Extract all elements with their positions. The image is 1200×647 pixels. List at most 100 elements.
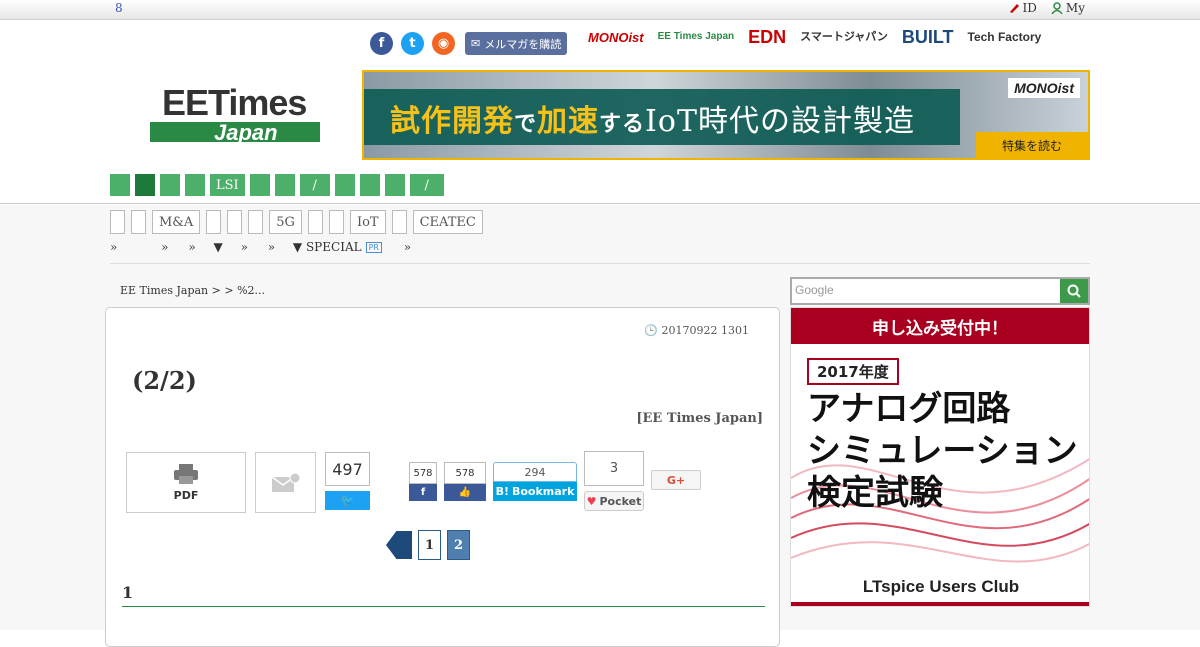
tag[interactable]	[131, 210, 146, 234]
ad-footer: LTspice Users Club	[791, 572, 1089, 606]
tweet-widget: 497 🐦	[325, 452, 370, 510]
article-date: 🕒 20170922 1301	[644, 324, 749, 337]
subnav-special[interactable]: ▼ SPECIAL	[293, 240, 362, 254]
nav-item[interactable]	[185, 174, 205, 196]
facebook-share-count: 578	[409, 462, 437, 484]
subnav-link[interactable]: »	[404, 240, 411, 254]
network-sites: MONOist EE Times Japan EDN スマートジャパン BUIL…	[588, 28, 1041, 46]
clock-icon: 🕒	[644, 324, 659, 337]
prev-page-arrow-icon[interactable]	[386, 531, 412, 559]
logo-wordmark: EETimes	[162, 82, 307, 123]
site-link-techfactory[interactable]: Tech Factory	[968, 31, 1042, 43]
tag-ma[interactable]: M&A	[152, 210, 201, 234]
printer-icon	[174, 464, 198, 484]
nav-item[interactable]: /	[299, 174, 330, 196]
tag[interactable]	[110, 210, 125, 234]
nav-item[interactable]	[359, 174, 380, 196]
nav-item[interactable]	[160, 174, 180, 196]
article-byline: [EE Times Japan]	[636, 411, 763, 426]
nav-item[interactable]	[384, 174, 405, 196]
subnav-link[interactable]: »	[110, 240, 117, 254]
twitter-bird-icon: 🐦	[340, 494, 355, 507]
ad-title: アナログ回路 シミュレーション 検定試験	[807, 389, 1078, 513]
email-share-button[interactable]	[255, 452, 316, 513]
newsletter-button[interactable]: ✉ メルマガを購読	[465, 32, 568, 55]
tag[interactable]	[307, 210, 323, 234]
pocket-icon: ♥	[586, 494, 597, 508]
section-heading: 1	[122, 583, 134, 602]
mail-icon: ✉	[471, 37, 481, 50]
topic-tags: M&A 5G IoT CEATEC	[110, 210, 483, 234]
page-link-2-current[interactable]: 2	[447, 530, 470, 560]
tweet-count: 497	[325, 452, 370, 486]
facebook-share-widget[interactable]: 578 f	[409, 462, 437, 501]
article-title: (2/2)	[132, 366, 197, 395]
hatena-button[interactable]: B! Bookmark	[493, 482, 577, 501]
rss-icon[interactable]: ◉	[432, 32, 455, 55]
site-link-built[interactable]: BUILT	[902, 28, 954, 46]
nav-item[interactable]	[274, 174, 295, 196]
hatena-widget[interactable]: 294 B! Bookmark	[493, 462, 577, 501]
tag[interactable]	[206, 210, 222, 234]
id-link[interactable]: ID	[1008, 1, 1037, 15]
pocket-button[interactable]: ♥ Pocket	[584, 491, 644, 511]
nav-item-active[interactable]	[135, 174, 155, 196]
thumbs-up-icon: 👍	[444, 484, 486, 501]
subnav-link[interactable]: »	[241, 240, 248, 254]
site-link-monoist[interactable]: MONOist	[588, 31, 644, 44]
site-link-smartjapan[interactable]: スマートジャパン	[800, 31, 888, 43]
top-number: 8	[115, 1, 123, 15]
site-link-edn[interactable]: EDN	[748, 28, 786, 46]
ad-year: 2017年度	[807, 358, 899, 385]
facebook-icon[interactable]: f	[370, 32, 393, 55]
site-search[interactable]: Google	[790, 277, 1090, 305]
site-link-eetimes[interactable]: EE Times Japan	[658, 32, 735, 42]
tag-iot[interactable]: IoT	[349, 210, 386, 234]
search-input[interactable]: Google	[795, 283, 834, 297]
social-links: f t ◉ ✉ メルマガを購読	[370, 32, 568, 55]
sub-navigation: » » » ▼ » » ▼ SPECIAL PR »	[110, 240, 411, 254]
pdf-button[interactable]: PDF	[126, 452, 246, 513]
article-card: 🕒 20170922 1301 (2/2) [EE Times Japan] P…	[105, 307, 780, 647]
facebook-like-count: 578	[444, 462, 486, 484]
pocket-widget[interactable]: 3 ♥ Pocket	[584, 451, 644, 511]
mail-plus-icon	[271, 472, 300, 492]
sidebar-ad[interactable]: 申し込み受付中！ 2017年度 アナログ回路 シミュレーション 検定試験 LTs…	[790, 307, 1090, 607]
subnav-link[interactable]: »	[188, 240, 195, 254]
nav-item-lsi[interactable]: LSI	[210, 174, 245, 196]
tag[interactable]	[328, 210, 344, 234]
google-plus-button[interactable]: G+	[651, 470, 701, 490]
pencil-icon	[1008, 2, 1020, 14]
header-ad-banner[interactable]: 試作開発で加速するIoT時代の設計製造 MONOist 特集を読む	[362, 70, 1090, 160]
site-logo[interactable]: EETimes Japan	[148, 72, 320, 152]
banner-headline: 試作開発で加速するIoT時代の設計製造	[390, 104, 915, 139]
search-button[interactable]	[1060, 279, 1088, 303]
tag[interactable]	[248, 210, 264, 234]
tag[interactable]	[391, 210, 407, 234]
site-header: f t ◉ ✉ メルマガを購読 MONOist EE Times Japan ED…	[0, 20, 1200, 204]
subnav-link[interactable]: »	[161, 240, 168, 254]
facebook-icon: f	[409, 484, 437, 501]
subnav-dropdown[interactable]: ▼	[214, 240, 223, 254]
divider	[110, 263, 1090, 264]
main-area: M&A 5G IoT CEATEC » » » ▼ » » ▼ SPECIAL P…	[0, 205, 1200, 647]
logo-japan: Japan	[214, 120, 278, 145]
nav-item[interactable]	[334, 174, 355, 196]
subnav-link[interactable]: »	[268, 240, 275, 254]
tweet-button[interactable]: 🐦	[325, 491, 370, 510]
search-icon	[1067, 284, 1081, 298]
nav-item[interactable]	[249, 174, 270, 196]
pagination: 1 2	[386, 530, 470, 560]
tag-5g[interactable]: 5G	[269, 210, 302, 234]
breadcrumb[interactable]: EE Times Japan > > %2...	[120, 284, 265, 297]
nav-item[interactable]: /	[409, 174, 444, 196]
twitter-icon[interactable]: t	[401, 32, 424, 55]
nav-item[interactable]	[110, 174, 130, 196]
banner-cta[interactable]: 特集を読む	[976, 132, 1088, 158]
tag[interactable]	[227, 210, 243, 234]
tag-ceatec[interactable]: CEATEC	[412, 210, 483, 234]
hatena-count: 294	[493, 462, 577, 482]
page-link-1[interactable]: 1	[418, 530, 441, 560]
my-link[interactable]: My	[1051, 1, 1085, 15]
facebook-like-widget[interactable]: 578 👍	[444, 462, 486, 501]
